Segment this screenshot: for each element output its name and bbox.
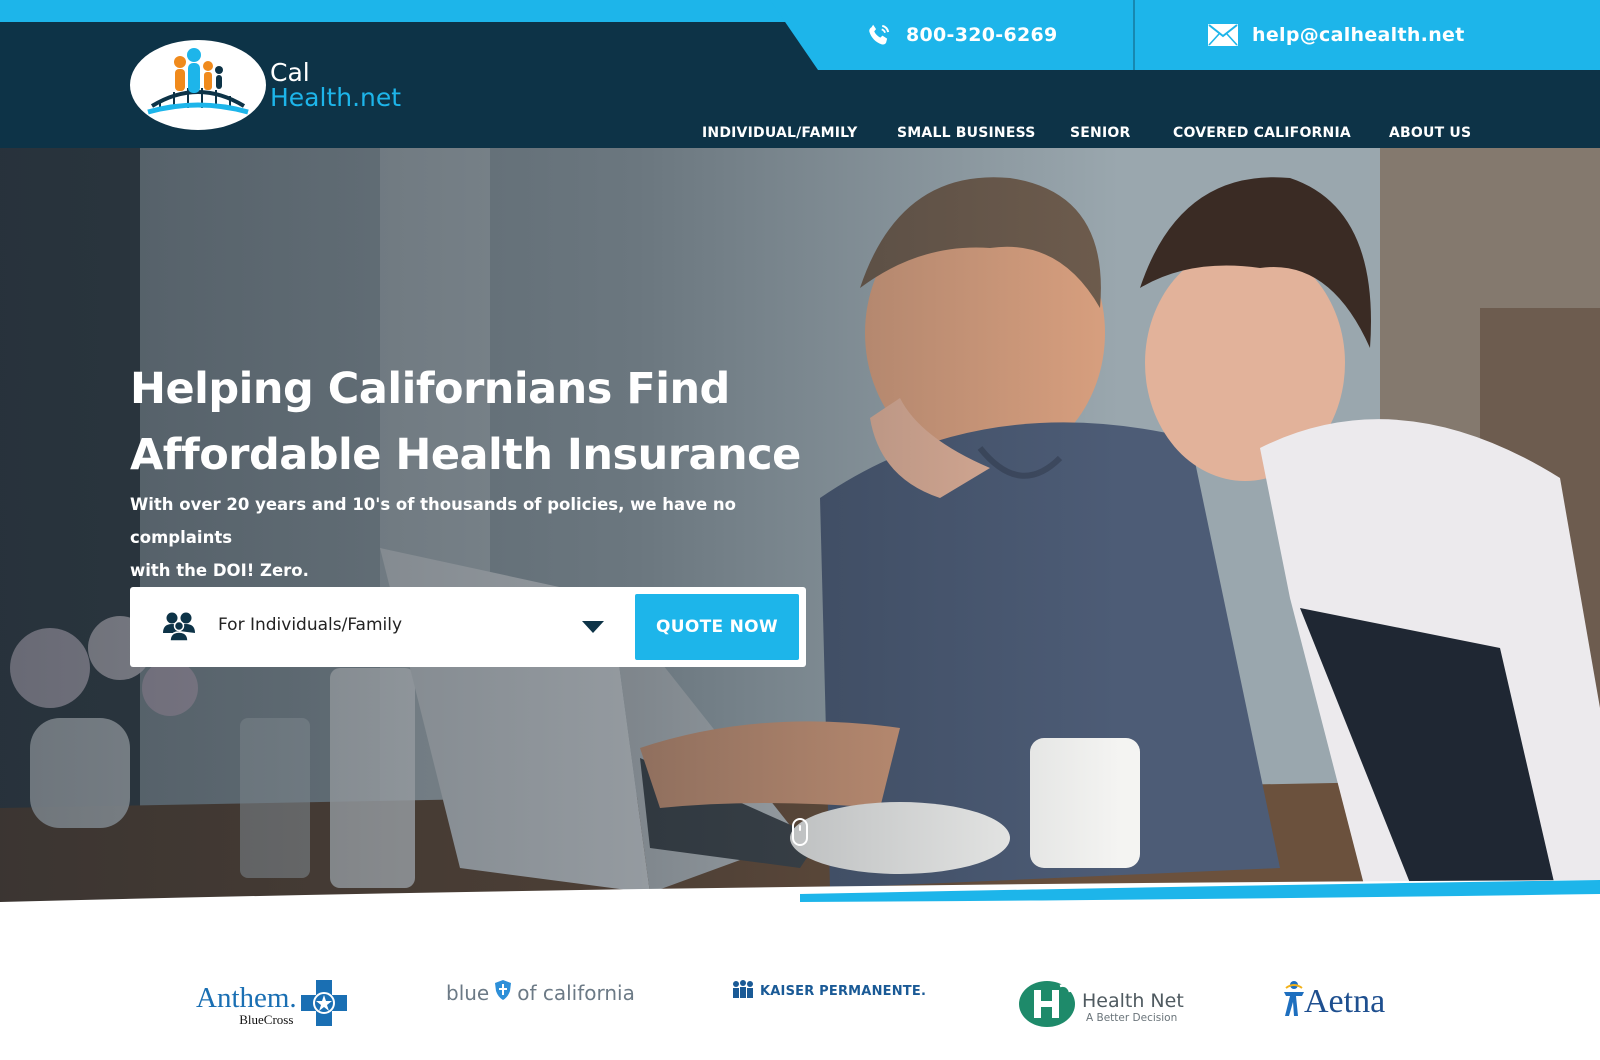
phone-icon — [866, 22, 892, 48]
logo-emblem — [130, 40, 266, 130]
blue-shield-word-blue: blue — [446, 980, 490, 1005]
contact-phone[interactable]: 800-320-6269 — [866, 0, 1058, 70]
envelope-icon — [1208, 24, 1238, 46]
hero-title-line1: Helping Californians Find — [130, 364, 730, 414]
healthnet-name: Health Net — [1082, 989, 1184, 1012]
blue-shield-logo: blue of california — [446, 980, 635, 1005]
quote-now-button[interactable]: QUOTE NOW — [635, 594, 799, 660]
logo-wordmark: Cal Health.net — [270, 60, 401, 110]
anthem-name: Anthem. — [196, 981, 297, 1014]
hero-subtitle: With over 20 years and 10's of thousands… — [130, 488, 820, 587]
nav-about-us[interactable]: ABOUT US — [1389, 125, 1471, 141]
carrier-logos: Anthem. BlueCross blue of california KAI… — [0, 920, 1600, 1060]
quote-form: For Individuals/Family QUOTE NOW — [130, 587, 806, 667]
email-address: help@calhealth.net — [1252, 24, 1465, 46]
nav-senior[interactable]: SENIOR — [1070, 125, 1130, 141]
bluecross-icon — [300, 980, 347, 1031]
healthnet-emblem-icon — [1018, 980, 1076, 1033]
nav-small-business[interactable]: SMALL BUSINESS — [897, 125, 1036, 141]
logo-line-cal: Cal — [270, 58, 310, 87]
chevron-down-icon[interactable] — [582, 621, 604, 633]
shield-icon — [495, 980, 512, 1005]
scroll-down-icon[interactable] — [792, 818, 808, 846]
hero-title: Helping Californians Find Affordable Hea… — [130, 356, 850, 488]
aetna-logo: Aetna — [1282, 980, 1385, 1023]
anthem-sub: BlueCross — [239, 1011, 294, 1027]
contact-divider — [1133, 0, 1135, 70]
hero-subtitle-line2: with the DOI! Zero. — [130, 561, 309, 580]
anthem-logo: Anthem. BlueCross — [196, 980, 347, 1031]
contact-email[interactable]: help@calhealth.net — [1208, 0, 1465, 70]
nav-individual-family[interactable]: INDIVIDUAL/FAMILY — [702, 125, 857, 141]
healthnet-logo: Health Net A Better Decision — [1018, 980, 1184, 1033]
calhealth-logo[interactable]: Cal Health.net — [130, 40, 401, 130]
blue-shield-word-california: of california — [517, 980, 635, 1005]
hero-subtitle-line1: With over 20 years and 10's of thousands… — [130, 495, 736, 547]
kaiser-logo: KAISER PERMANENTE. — [732, 980, 926, 1003]
aetna-name: Aetna — [1304, 982, 1386, 1020]
nav-covered-california[interactable]: COVERED CALIFORNIA — [1173, 125, 1351, 141]
coverage-type-select[interactable]: For Individuals/Family — [218, 615, 402, 635]
kaiser-people-icon — [732, 980, 754, 1003]
kaiser-name: KAISER PERMANENTE. — [760, 984, 927, 999]
healthnet-tagline: A Better Decision — [1086, 1011, 1178, 1024]
phone-number: 800-320-6269 — [906, 24, 1058, 46]
logo-line-healthnet: Health.net — [270, 83, 402, 112]
hero-title-line2: Affordable Health Insurance — [130, 430, 801, 480]
aetna-figure-icon — [1282, 980, 1306, 1023]
people-icon — [162, 611, 196, 646]
hero-bottom-accent — [0, 880, 1600, 920]
